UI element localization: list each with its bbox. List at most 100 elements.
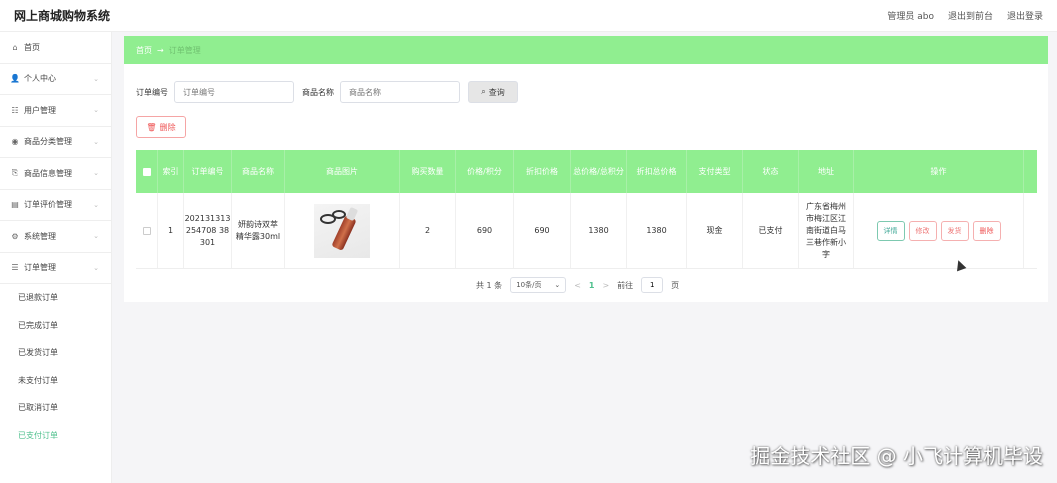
page-number-current[interactable]: 1 bbox=[589, 281, 595, 290]
admin-label: 管理员 abo bbox=[887, 12, 934, 22]
sidebar-item-label: 系统管理 bbox=[24, 231, 56, 241]
cell-product-name: 妍韵诗双萃 精华露30ml bbox=[232, 193, 285, 268]
user-icon: 👤 bbox=[10, 74, 20, 84]
cell-pay-type: 现金 bbox=[687, 193, 743, 268]
column-header: 地址 bbox=[799, 150, 854, 193]
product-name-input[interactable] bbox=[340, 81, 460, 103]
batch-delete-label: 删除 bbox=[159, 122, 176, 132]
order-icon: ☰ bbox=[11, 263, 19, 273]
pagination-total: 共 1 条 bbox=[476, 280, 503, 290]
address_lines-line: 三巷作新小 bbox=[806, 237, 846, 247]
goto-page-input[interactable] bbox=[641, 277, 664, 293]
cell-qty: 2 bbox=[400, 193, 456, 268]
sidebar-item-label: 商品信息管理 bbox=[24, 168, 72, 178]
sidebar-item[interactable]: ▤ 订单评价管理 ⌄ bbox=[0, 190, 111, 221]
sidebar-item[interactable]: ◉ 商品分类管理 ⌄ bbox=[0, 127, 111, 158]
breadcrumb-home[interactable]: 首页 bbox=[136, 45, 152, 56]
users-icon: ☷ bbox=[11, 105, 19, 115]
search-row: 订单编号 商品名称 ⌕ 查询 bbox=[136, 81, 518, 103]
sidebar-subitem[interactable]: 已取消订单 bbox=[0, 394, 111, 422]
exit-to-front-link[interactable]: 退出到前台 bbox=[948, 9, 993, 22]
address_lines-line: 字 bbox=[822, 249, 830, 259]
column-header: 总价格/总积分 bbox=[571, 150, 627, 193]
chevron-down-icon: ⌄ bbox=[93, 232, 99, 241]
cell-total: 1380 bbox=[571, 193, 627, 268]
sidebar-item-label: 用户管理 bbox=[24, 105, 56, 115]
sidebar-item[interactable]: ⎘ 商品信息管理 ⌄ bbox=[0, 158, 111, 190]
sidebar-subitem[interactable]: 已支付订单 bbox=[0, 422, 111, 450]
sidebar-subitem[interactable]: 已完成订单 bbox=[0, 312, 111, 340]
app-title: 网上商城购物系统 bbox=[14, 9, 111, 23]
order-table: 索引 订单编号 商品名称 商品图片 购买数量 价格/积分 折扣价格 总价格/总积分 折扣总价格支… bbox=[136, 150, 1037, 269]
column-header: 折扣总价格 bbox=[627, 150, 687, 193]
sidebar-subitem[interactable]: 已退款订单 bbox=[0, 284, 111, 312]
select-all-checkbox[interactable] bbox=[142, 167, 151, 176]
order-no-input[interactable] bbox=[174, 81, 294, 103]
product-icon: ⎘ bbox=[11, 168, 19, 178]
chevron-down-icon: ⌄ bbox=[93, 106, 99, 115]
delete-row-button[interactable]: 删除 bbox=[972, 220, 1001, 241]
prev-page-button[interactable]: < bbox=[574, 281, 581, 290]
watermark: 掘金技术社区 @ 小飞计算机毕设 bbox=[750, 444, 1043, 468]
sidebar-item[interactable]: ☷ 用户管理 ⌄ bbox=[0, 95, 111, 127]
cell-actions: 详情 修改 发货 删除 bbox=[854, 193, 1024, 268]
sidebar-subitem[interactable]: 已发货订单 bbox=[0, 339, 111, 367]
product-image bbox=[314, 203, 370, 258]
order-no-label: 订单编号 bbox=[136, 87, 168, 97]
top-bar: 网上商城购物系统 管理员 abo 退出到前台 退出登录 bbox=[0, 0, 1057, 32]
address_lines-text: 广东省梅州市梅江区江南街道白马三巷作新小字 bbox=[806, 201, 846, 261]
sidebar-item-label: 首页 bbox=[24, 42, 40, 52]
logout-link[interactable]: 退出登录 bbox=[1007, 9, 1043, 22]
cell-discount-price: 690 bbox=[514, 193, 571, 268]
next-page-button[interactable]: > bbox=[602, 281, 609, 290]
sidebar-subitem[interactable]: 未支付订单 bbox=[0, 367, 111, 395]
main-panel: 首页 → 订单管理 订单编号 商品名称 ⌕ 查询 🗑 删除 索引订单编号商品名称… bbox=[124, 36, 1048, 302]
breadcrumb-current: 订单管理 bbox=[168, 45, 201, 55]
sidebar-item[interactable]: ⌂ 首页 bbox=[0, 32, 111, 64]
cell-index: 1 bbox=[158, 193, 184, 268]
cell-discount-total: 1380 bbox=[627, 193, 687, 268]
address_lines-line: 市梅江区江 bbox=[806, 213, 846, 223]
address_lines-line: 南街道白马 bbox=[806, 225, 846, 235]
row-checkbox[interactable] bbox=[142, 226, 151, 235]
top-right-links: 管理员 abo 退出到前台 退出登录 bbox=[887, 9, 1043, 22]
goto-label: 前往 bbox=[617, 280, 634, 290]
batch-delete-button[interactable]: 🗑 删除 bbox=[136, 116, 186, 138]
column-header: 价格/积分 bbox=[456, 150, 514, 193]
chevron-down-icon: ⌄ bbox=[93, 263, 99, 272]
trash-icon: 🗑 bbox=[146, 122, 157, 132]
chevron-down-icon: ⌄ bbox=[93, 169, 99, 178]
cell-address: 广东省梅州市梅江区江南街道白马三巷作新小字 bbox=[799, 193, 854, 268]
detail-button[interactable]: 详情 bbox=[876, 220, 905, 241]
ship-button[interactable]: 发货 bbox=[940, 220, 969, 241]
sidebar-item-label: 个人中心 bbox=[24, 74, 56, 84]
header-select-all bbox=[136, 150, 158, 193]
row-select-cell bbox=[136, 193, 158, 268]
order_no_lines-line: 301 bbox=[199, 237, 216, 247]
sidebar-item[interactable]: ☰ 订单管理 ⌄ bbox=[0, 253, 111, 284]
name_lines-text: 妍韵诗双萃 精华露30ml bbox=[236, 219, 280, 243]
column-header: 操作 bbox=[854, 150, 1024, 193]
category-icon: ◉ bbox=[11, 137, 19, 147]
address_lines-line: 广东省梅州 bbox=[806, 201, 846, 211]
sidebar-item[interactable]: ⚙ 系统管理 ⌄ bbox=[0, 221, 111, 253]
column-header: 支付类型 bbox=[687, 150, 743, 193]
review-icon: ▤ bbox=[11, 200, 19, 210]
search-button[interactable]: ⌕ 查询 bbox=[468, 81, 518, 103]
order_no_lines-text: 202131313 254708 38 301 bbox=[185, 213, 231, 249]
column-header: 商品名称 bbox=[232, 150, 285, 193]
chevron-down-icon: ⌄ bbox=[554, 281, 561, 289]
edit-button[interactable]: 修改 bbox=[908, 220, 937, 241]
chevron-down-icon: ⌄ bbox=[93, 137, 99, 146]
column-header: 折扣价格 bbox=[514, 150, 571, 193]
column-header: 订单编号 bbox=[184, 150, 232, 193]
page-unit-label: 页 bbox=[671, 280, 680, 290]
cell-order-no: 202131313 254708 38 301 bbox=[184, 193, 232, 268]
name_lines-line: 精华露30ml bbox=[235, 231, 281, 241]
home-icon: ⌂ bbox=[12, 42, 18, 52]
search-icon: ⌕ bbox=[481, 87, 486, 96]
sidebar-item[interactable]: 👤 个人中心 ⌄ bbox=[0, 64, 111, 95]
sidebar-item-label: 订单管理 bbox=[24, 263, 56, 273]
pagination: 共 1 条 10条/页 ⌄ < 1 > 前往 页 bbox=[476, 277, 679, 293]
page-size-select[interactable]: 10条/页 ⌄ bbox=[510, 277, 567, 293]
